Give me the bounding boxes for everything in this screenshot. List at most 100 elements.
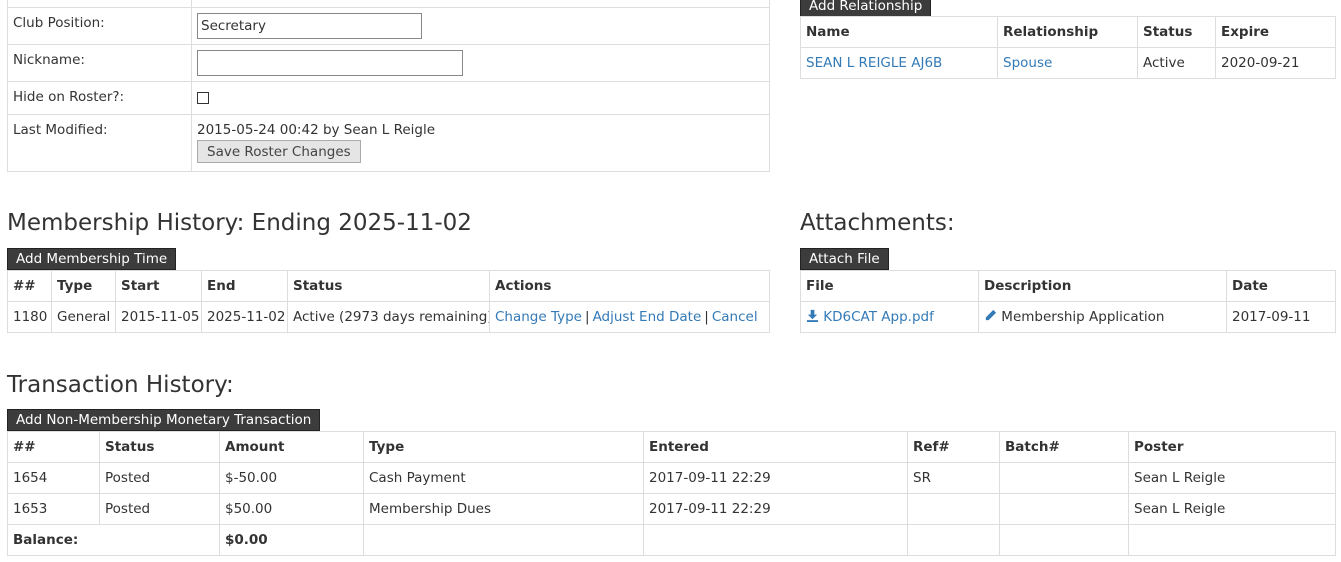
relationship-type-link[interactable]: Spouse <box>1003 55 1052 71</box>
membership-end: 2025-11-02 <box>201 301 288 333</box>
club-position-cell <box>191 7 770 45</box>
balance-empty-cell <box>363 524 644 556</box>
attachments-header-date: Date <box>1226 270 1336 302</box>
roster-cell-top-value <box>191 0 770 8</box>
transaction-ref <box>907 493 1000 525</box>
add-membership-time-button[interactable]: Add Membership Time <box>7 248 177 270</box>
add-non-membership-transaction-button[interactable]: Add Non-Membership Monetary Transaction <box>7 409 321 431</box>
attachments-table: File Description Date KD6CAT App.pdf Mem… <box>800 270 1336 333</box>
relationships-header-relationship: Relationship <box>997 16 1138 48</box>
transactions-header-entered: Entered <box>643 431 908 463</box>
relationships-header-status: Status <box>1137 16 1216 48</box>
hide-on-roster-label: Hide on Roster?: <box>7 81 192 115</box>
relationships-header-expire: Expire <box>1215 16 1336 48</box>
relationship-type-cell: Spouse <box>997 47 1138 79</box>
attachment-date: 2017-09-11 <box>1226 301 1336 333</box>
attachment-description-cell: Membership Application <box>978 301 1227 333</box>
last-modified-value: 2015-05-24 00:42 by Sean L Reigle <box>197 122 436 138</box>
membership-header-status: Status <box>287 270 490 302</box>
attach-file-button[interactable]: Attach File <box>800 248 889 270</box>
add-relationship-button[interactable]: Add Relationship <box>800 0 932 17</box>
nickname-cell <box>191 44 770 82</box>
attachment-file-name: KD6CAT App.pdf <box>823 309 934 325</box>
relationship-expire: 2020-09-21 <box>1215 47 1336 79</box>
membership-header-start: Start <box>115 270 202 302</box>
membership-actions: Change Type | Adjust End Date | Cancel <box>489 301 770 333</box>
membership-num: 1180 <box>7 301 52 333</box>
table-row: SEAN L REIGLE AJ6B Spouse Active 2020-09… <box>800 47 1336 79</box>
membership-type: General <box>51 301 116 333</box>
membership-header-type: Type <box>51 270 116 302</box>
table-row: 1653 Posted $50.00 Membership Dues 2017-… <box>7 493 1336 525</box>
transaction-num: 1653 <box>7 493 100 525</box>
club-position-label: Club Position: <box>7 7 192 45</box>
save-roster-changes-button[interactable]: Save Roster Changes <box>197 140 361 163</box>
attachments-header-file: File <box>800 270 979 302</box>
transaction-poster: Sean L Reigle <box>1128 462 1336 494</box>
attachments-header-description: Description <box>978 270 1227 302</box>
attachments-header-row: File Description Date <box>800 270 1336 302</box>
table-row: 1180 General 2015-11-05 2025-11-02 Activ… <box>7 301 770 333</box>
action-separator: | <box>585 309 590 325</box>
attachment-file-cell: KD6CAT App.pdf <box>800 301 979 333</box>
transaction-status: Posted <box>99 493 220 525</box>
change-type-link[interactable]: Change Type <box>495 309 582 325</box>
transaction-num: 1654 <box>7 462 100 494</box>
relationship-name-cell: SEAN L REIGLE AJ6B <box>800 47 998 79</box>
relationship-name-link[interactable]: SEAN L REIGLE AJ6B <box>806 55 942 71</box>
transactions-header-amount: Amount <box>219 431 364 463</box>
roster-row-hide: Hide on Roster?: <box>7 81 770 115</box>
balance-empty-cell <box>999 524 1129 556</box>
roster-cell-top-label <box>7 0 192 8</box>
balance-value: $0.00 <box>219 524 364 556</box>
transactions-header-num: ## <box>7 431 100 463</box>
roster-row-club-position: Club Position: <box>7 7 770 45</box>
transaction-entered: 2017-09-11 22:29 <box>643 493 908 525</box>
transactions-header-row: ## Status Amount Type Entered Ref# Batch… <box>7 431 1336 463</box>
attachment-description: Membership Application <box>1001 309 1165 325</box>
roster-row-nickname: Nickname: <box>7 44 770 82</box>
hide-on-roster-checkbox[interactable] <box>197 91 209 104</box>
pencil-icon[interactable] <box>984 309 997 322</box>
transaction-entered: 2017-09-11 22:29 <box>643 462 908 494</box>
cancel-membership-link[interactable]: Cancel <box>712 309 758 325</box>
transaction-status: Posted <box>99 462 220 494</box>
adjust-end-date-link[interactable]: Adjust End Date <box>593 309 702 325</box>
balance-label: Balance: <box>7 524 220 556</box>
transaction-history-title: Transaction History: <box>7 372 234 398</box>
roster-row-last-modified: Last Modified: 2015-05-24 00:42 by Sean … <box>7 114 770 172</box>
table-row: 1654 Posted $-50.00 Cash Payment 2017-09… <box>7 462 1336 494</box>
transaction-batch <box>999 462 1129 494</box>
membership-history-title: Membership History: Ending 2025-11-02 <box>7 210 472 236</box>
roster-row-top <box>7 0 770 8</box>
balance-empty-cell <box>643 524 908 556</box>
membership-status: Active (2973 days remaining) <box>287 301 490 333</box>
membership-header-row: ## Type Start End Status Actions <box>7 270 770 302</box>
membership-header-actions: Actions <box>489 270 770 302</box>
transaction-poster: Sean L Reigle <box>1128 493 1336 525</box>
transaction-ref: SR <box>907 462 1000 494</box>
transactions-header-poster: Poster <box>1128 431 1336 463</box>
transactions-table: ## Status Amount Type Entered Ref# Batch… <box>7 431 1336 556</box>
membership-header-end: End <box>201 270 288 302</box>
transaction-type: Membership Dues <box>363 493 644 525</box>
transaction-amount: $50.00 <box>219 493 364 525</box>
transactions-header-status: Status <box>99 431 220 463</box>
download-icon <box>806 309 819 322</box>
relationship-status: Active <box>1137 47 1216 79</box>
club-position-input[interactable] <box>197 13 422 39</box>
transaction-amount: $-50.00 <box>219 462 364 494</box>
nickname-input[interactable] <box>197 50 463 76</box>
nickname-label: Nickname: <box>7 44 192 82</box>
balance-empty-cell <box>907 524 1000 556</box>
transactions-header-type: Type <box>363 431 644 463</box>
membership-table: ## Type Start End Status Actions 1180 Ge… <box>7 270 770 333</box>
relationships-table: Name Relationship Status Expire SEAN L R… <box>800 16 1336 79</box>
roster-form: Club Position: Nickname: Hide on Roster?… <box>7 0 770 172</box>
attachment-file-link[interactable]: KD6CAT App.pdf <box>806 309 934 325</box>
membership-start: 2015-11-05 <box>115 301 202 333</box>
transactions-header-batch: Batch# <box>999 431 1129 463</box>
transaction-batch <box>999 493 1129 525</box>
relationships-header-name: Name <box>800 16 998 48</box>
transaction-type: Cash Payment <box>363 462 644 494</box>
